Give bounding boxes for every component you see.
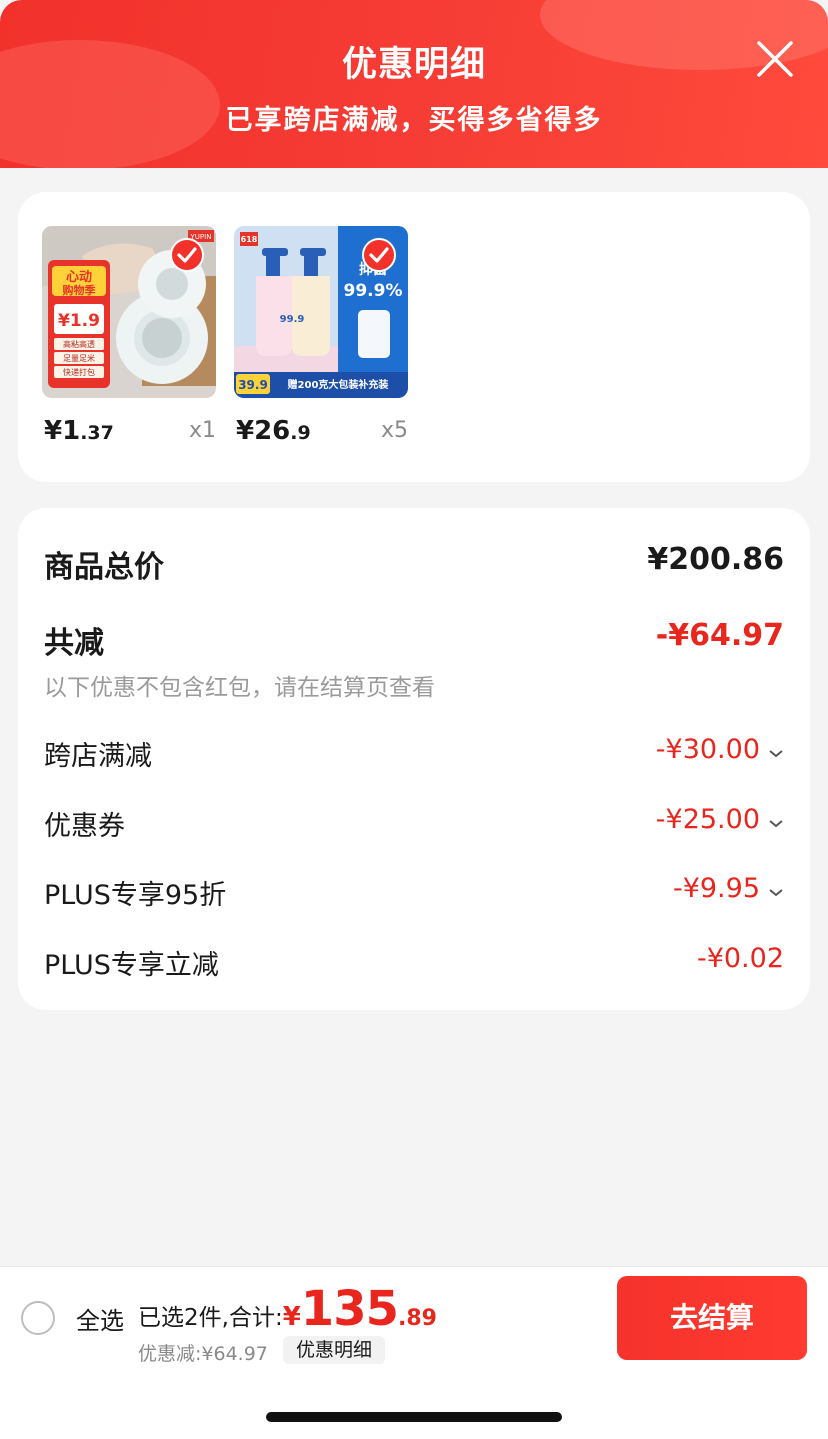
product-item[interactable]: 心动 购物季 ¥1.9 高粘高透 足量足米 快递打包 YUPIN ¥1.37 x… <box>42 226 216 446</box>
svg-text:99.9%: 99.9% <box>344 281 403 301</box>
product-image-tape[interactable]: 心动 购物季 ¥1.9 高粘高透 足量足米 快递打包 YUPIN <box>42 226 216 398</box>
product-quantity: x1 <box>188 418 216 443</box>
selected-count-text: 已选2件,合计: <box>138 1305 283 1331</box>
discount-item-row: PLUS专享立减 -¥0.02 <box>44 943 784 981</box>
product-quantity: x5 <box>380 418 408 443</box>
svg-text:618: 618 <box>241 235 258 244</box>
chevron-down-icon[interactable] <box>768 883 784 902</box>
product-price-row: ¥26.9 x5 <box>236 416 408 452</box>
product-price: ¥26.9 <box>236 416 311 446</box>
discount-item-value-wrap[interactable]: -¥30.00 <box>656 734 784 765</box>
svg-text:99.9: 99.9 <box>280 314 305 325</box>
discount-item-label: 跨店满减 <box>44 741 152 772</box>
order-total: 已选2件,合计:¥135.89 <box>138 1281 437 1337</box>
discount-note-row: 以下优惠不包含红包，请在结算页查看 <box>44 668 784 701</box>
select-all-label[interactable]: 全选 <box>76 1301 124 1336</box>
product-price-row: ¥1.37 x1 <box>44 416 216 452</box>
total-integer: 135 <box>300 1281 399 1337</box>
product-image-handsoap[interactable]: 618 99.9 抑菌 99.9% 39.9 赠200克大包装补充装 <box>234 226 408 398</box>
home-indicator[interactable] <box>266 1412 562 1422</box>
discount-item-row[interactable]: PLUS专享95折 -¥9.95 <box>44 873 784 911</box>
discount-detail-button[interactable]: 优惠明细 <box>283 1336 386 1364</box>
goods-total-value: ¥200.86 <box>647 542 784 577</box>
selected-check-icon[interactable] <box>362 238 396 272</box>
svg-text:快递打包: 快递打包 <box>63 367 95 377</box>
svg-text:足量足米: 足量足米 <box>63 353 95 363</box>
product-price: ¥1.37 <box>44 416 114 446</box>
select-all-radio[interactable] <box>21 1301 55 1335</box>
svg-text:赠200克大包装补充装: 赠200克大包装补充装 <box>288 378 389 391</box>
chevron-down-icon[interactable] <box>768 814 784 833</box>
discount-detail-sheet: 优惠明细 已享跨店满减，买得多省得多 心动 购物季 ¥1.9 高粘高透 足量足米… <box>0 0 828 1439</box>
price-summary-card: 商品总价 ¥200.86 共减 -¥64.97 以下优惠不包含红包，请在结算页查… <box>18 508 810 1010</box>
goods-total-row: 商品总价 ¥200.86 <box>44 542 784 585</box>
discount-item-value: -¥30.00 <box>655 734 760 765</box>
discount-note: 以下优惠不包含红包，请在结算页查看 <box>44 675 435 701</box>
sheet-subtitle: 已享跨店满减，买得多省得多 <box>225 105 603 136</box>
total-decimal: .89 <box>398 1306 437 1331</box>
goods-total-label: 商品总价 <box>44 550 164 585</box>
selected-check-icon[interactable] <box>170 238 204 272</box>
saved-amount: 优惠减:¥64.97 <box>138 1343 268 1365</box>
discount-item-label: PLUS专享立减 <box>44 950 219 981</box>
sheet-header: 优惠明细 已享跨店满减，买得多省得多 <box>0 0 828 168</box>
chevron-down-icon[interactable] <box>768 744 784 763</box>
svg-text:39.9: 39.9 <box>238 378 268 392</box>
svg-text:心动: 心动 <box>66 270 92 285</box>
discount-item-value: -¥25.00 <box>655 804 760 835</box>
discount-item-value: -¥0.02 <box>696 943 784 974</box>
product-item[interactable]: 618 99.9 抑菌 99.9% 39.9 赠200克大包装补充装 <box>234 226 408 446</box>
discount-item-label: PLUS专享95折 <box>44 880 227 911</box>
svg-text:高粘高透: 高粘高透 <box>63 339 95 349</box>
discount-item-value-wrap[interactable]: -¥25.00 <box>656 804 784 835</box>
total-currency: ¥ <box>282 1302 301 1332</box>
sheet-title: 优惠明细 <box>341 45 486 85</box>
discount-item-value: -¥9.95 <box>672 873 760 904</box>
total-reduce-value: -¥64.97 <box>655 618 784 653</box>
discount-item-value-wrap[interactable]: -¥9.95 <box>673 873 784 904</box>
checkout-button[interactable]: 去结算 <box>617 1276 807 1360</box>
selected-products-card: 心动 购物季 ¥1.9 高粘高透 足量足米 快递打包 YUPIN ¥1.37 x… <box>18 192 810 482</box>
checkout-bar: 全选 已选2件,合计:¥135.89 优惠减:¥64.97 优惠明细 去结算 <box>0 1266 828 1368</box>
total-reduce-label: 共减 <box>44 626 104 661</box>
home-indicator-area <box>0 1368 828 1439</box>
total-reduce-row: 共减 -¥64.97 <box>44 618 784 661</box>
svg-text:¥1.9: ¥1.9 <box>58 311 100 331</box>
discount-item-label: 优惠券 <box>44 811 125 842</box>
close-icon[interactable] <box>752 36 798 82</box>
discount-item-row[interactable]: 跨店满减 -¥30.00 <box>44 734 784 772</box>
discount-item-row[interactable]: 优惠券 -¥25.00 <box>44 804 784 842</box>
svg-text:购物季: 购物季 <box>63 283 97 297</box>
